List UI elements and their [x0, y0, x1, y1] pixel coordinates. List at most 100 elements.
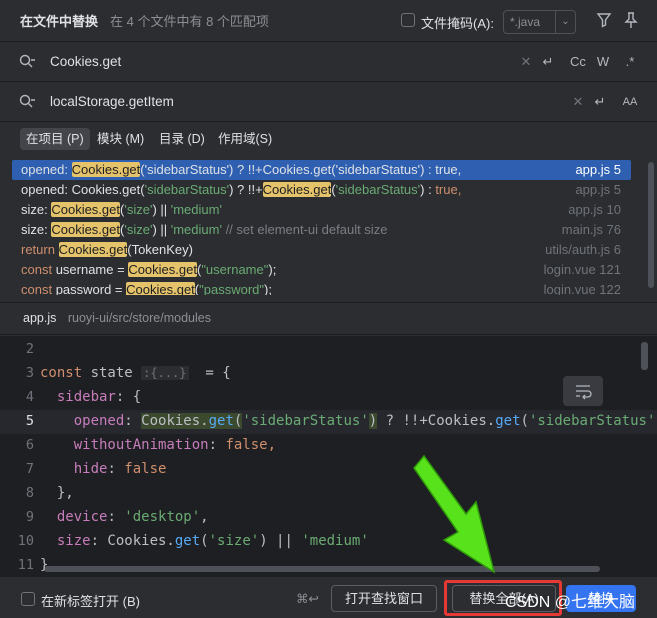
tab-scope[interactable]: 作用域(S): [212, 128, 278, 150]
results-scrollbar[interactable]: [648, 162, 654, 288]
replace-row: localStorage.getItem ✕ ↵ AA: [0, 82, 657, 122]
code-token: get: [208, 413, 234, 429]
code-line: withoutAnimation: false,: [40, 437, 276, 453]
whole-words-toggle[interactable]: W: [594, 53, 612, 71]
preview-path-bar: app.js ruoyi-ui/src/store/modules: [0, 302, 657, 335]
preview-file-dir: ruoyi-ui/src/store/modules: [67, 311, 211, 325]
result-row[interactable]: opened: Cookies.get('sidebarStatus') ? !…: [12, 160, 631, 180]
open-in-new-tab-label: 在新标签打开 (B): [41, 594, 140, 609]
clear-find-icon[interactable]: ✕: [519, 53, 533, 71]
result-text: return: [21, 242, 59, 257]
scope-tabs: 在项目 (P) 模块 (M) 目录 (D) 作用域(S): [0, 124, 657, 152]
annotation-arrow: [413, 454, 496, 574]
match-case-toggle[interactable]: Cc: [567, 53, 589, 71]
code-token: ? !!+Cookies.: [377, 413, 496, 429]
code-token: false: [124, 461, 167, 477]
result-row[interactable]: size: Cookies.get('size') || 'medium' app…: [12, 200, 631, 220]
find-row: Cookies.get ✕ ↵ Cc W .*: [0, 42, 657, 82]
line-number: 8: [25, 485, 34, 501]
code-line: }: [40, 557, 48, 573]
code-token: 'sidebarStatus': [528, 413, 656, 429]
match-highlight: Cookies.get: [71, 162, 141, 177]
result-row[interactable]: size: Cookies.get('size') || 'medium' //…: [12, 220, 631, 240]
result-text: const: [21, 282, 56, 295]
code-token: :: [107, 461, 125, 477]
result-text: password =: [55, 282, 127, 295]
code-token: hide: [73, 461, 108, 477]
result-text: );: [268, 262, 277, 277]
code-line: const state :{...} = {: [40, 365, 231, 381]
result-text: ('sidebarStatus') ? !!+Cookies.get('side…: [140, 162, 462, 177]
soft-wrap-button[interactable]: [563, 376, 603, 406]
file-mask-checkbox[interactable]: [401, 13, 415, 27]
search-icon[interactable]: [19, 54, 37, 70]
open-in-new-tab-checkbox[interactable]: [21, 592, 35, 606]
result-text: ) ||: [152, 202, 171, 217]
result-file: utils/auth.js 6: [545, 242, 621, 257]
result-file: app.js 5: [575, 182, 621, 197]
result-text: ) ||: [152, 222, 171, 237]
result-row[interactable]: return Cookies.get(TokenKey) utils/auth.j…: [12, 240, 631, 260]
line-number: 11: [17, 557, 34, 573]
result-row[interactable]: opened: Cookies.get('sidebarStatus') ? !…: [12, 180, 631, 200]
code-token: ,: [200, 509, 209, 525]
code-line: size: Cookies.get('size') || 'medium': [40, 533, 369, 549]
search-icon[interactable]: [19, 94, 37, 110]
tab-directory[interactable]: 目录 (D): [153, 128, 211, 150]
replace-in-files-dialog: 在文件中替换 在 4 个文件中有 8 个匹配项 文件掩码(A): *.java …: [0, 0, 657, 618]
dialog-header: 在文件中替换 在 4 个文件中有 8 个匹配项 文件掩码(A): *.java …: [0, 0, 657, 42]
dialog-title: 在文件中替换: [20, 14, 99, 29]
replace-input[interactable]: localStorage.getItem: [50, 94, 174, 109]
line-number: 3: [25, 365, 34, 381]
code-token: 'sidebarStatus': [242, 413, 369, 429]
code-preview: 2 3 const state :{...} = {4 sidebar: {5 op…: [0, 336, 657, 576]
tab-module[interactable]: 模块 (M): [91, 128, 150, 150]
editor-vertical-scrollbar[interactable]: [641, 342, 648, 370]
match-highlight: Cookies.get: [58, 242, 128, 257]
result-text: opened:: [21, 162, 72, 177]
clear-replace-icon[interactable]: ✕: [571, 93, 585, 111]
result-file: main.js 76: [561, 222, 621, 237]
find-input[interactable]: Cookies.get: [50, 54, 121, 69]
result-text: 'medium': [170, 222, 222, 237]
result-text: true,: [435, 182, 462, 197]
file-mask-dropdown[interactable]: ⌄: [555, 11, 575, 33]
shortcut-hint: ⌘↩: [296, 592, 319, 606]
code-token: :: [124, 413, 142, 429]
code-line: opened: Cookies.get('sidebarStatus') ? !…: [40, 413, 657, 429]
code-token: 'size': [208, 533, 260, 549]
watermark: CSDN @七维大脑: [505, 594, 636, 611]
new-line-icon[interactable]: ↵: [539, 53, 557, 71]
code-token: : Cookies.: [90, 533, 175, 549]
match-highlight: Cookies.get: [51, 202, 120, 217]
result-row[interactable]: const password = Cookies.get("password")…: [12, 280, 631, 295]
result-row[interactable]: const username = Cookies.get("username")…: [12, 260, 631, 280]
code-line: device: 'desktop',: [40, 509, 209, 525]
folded-region[interactable]: :{...}: [141, 366, 189, 380]
result-text: const: [21, 262, 56, 277]
code-token: withoutAnimation: [73, 437, 209, 453]
match-highlight: Cookies.get: [51, 222, 120, 237]
result-text: 'size': [124, 222, 153, 237]
code-line: },: [40, 485, 74, 501]
results-list: opened: Cookies.get('sidebarStatus') ? !…: [0, 158, 657, 295]
result-file: login.vue 122: [543, 282, 621, 295]
line-number: 9: [25, 509, 34, 525]
code-token: device: [56, 509, 108, 525]
tab-project[interactable]: 在项目 (P): [20, 128, 90, 150]
preserve-case-toggle[interactable]: AA: [619, 93, 641, 111]
match-summary: 在 4 个文件中有 8 个匹配项: [110, 14, 269, 29]
line-number: 10: [17, 533, 34, 549]
regex-toggle[interactable]: .*: [620, 53, 640, 71]
result-text: "username": [201, 262, 269, 277]
open-find-window-button[interactable]: 打开查找窗口: [331, 585, 437, 612]
result-text: ) ? !!+: [229, 182, 263, 197]
filter-icon[interactable]: [596, 11, 612, 29]
code-token: = {: [188, 365, 231, 381]
pin-icon[interactable]: [624, 11, 638, 29]
code-token: opened: [73, 413, 125, 429]
new-line-icon[interactable]: ↵: [591, 93, 609, 111]
